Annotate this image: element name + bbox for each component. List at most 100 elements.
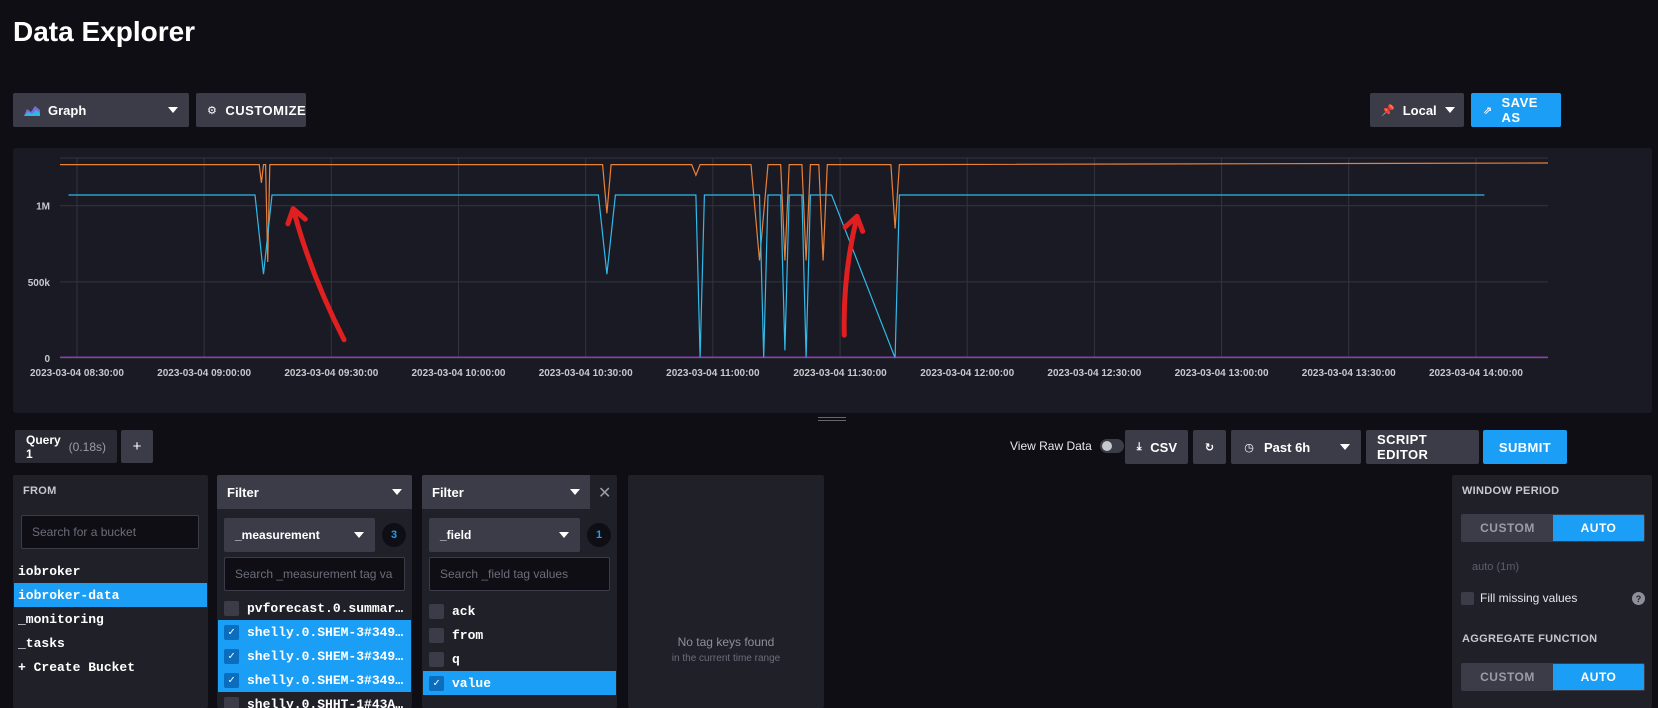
checkbox-checked[interactable]: ✓ <box>224 672 239 688</box>
pin-icon: 📌 <box>1381 104 1395 117</box>
help-icon[interactable]: ? <box>1632 592 1645 605</box>
query-tab-time: (0.18s) <box>68 439 106 454</box>
measurement-item[interactable]: shelly.0.SHHT-1#43A04A#1.tmp.temperature… <box>218 692 411 708</box>
checkbox[interactable] <box>224 696 239 708</box>
aggregate-custom-button[interactable]: CUSTOM <box>1462 664 1553 690</box>
x-tick-label: 2023-03-04 14:00:00 <box>1429 368 1523 379</box>
window-auto-button[interactable]: AUTO <box>1553 515 1644 541</box>
measurement-search-input[interactable]: Search _measurement tag va <box>224 557 405 591</box>
checkbox-checked[interactable]: ✓ <box>429 675 444 691</box>
graph-type-dropdown[interactable]: Graph <box>13 93 189 127</box>
graph-type-label: Graph <box>48 102 87 118</box>
save-as-label: SAVE AS <box>1501 95 1538 125</box>
aggregate-function-label: AGGREGATE FUNCTION <box>1462 633 1598 645</box>
measurement-key-label: _measurement <box>235 528 320 542</box>
save-as-button[interactable]: ⇗ SAVE AS <box>1471 93 1561 127</box>
toggle-knob <box>1102 441 1112 451</box>
field-label: value <box>452 675 492 691</box>
checkbox[interactable] <box>224 600 239 616</box>
filter-title: Filter <box>227 484 259 500</box>
chevron-down-icon <box>168 107 178 113</box>
filter-function-dropdown[interactable]: Filter <box>217 475 412 509</box>
refresh-button[interactable]: ↻ <box>1193 430 1226 464</box>
measurement-item[interactable]: ✓ shelly.0.SHEM-3#349454758A4B#1.Emeter2.… <box>218 668 411 692</box>
series-line-0 <box>60 162 1549 263</box>
window-auto-value: auto (1m) <box>1472 561 1520 573</box>
field-item[interactable]: from <box>423 623 616 647</box>
field-search-input[interactable]: Search _field tag values <box>429 557 610 591</box>
window-custom-button[interactable]: CUSTOM <box>1462 515 1553 541</box>
measurement-item[interactable]: pvforecast.0.summary.power.hoursToday <box>218 596 411 620</box>
checkbox[interactable] <box>429 627 444 643</box>
resize-handle[interactable] <box>818 417 846 421</box>
x-tick-label: 2023-03-04 08:30:00 <box>30 368 124 379</box>
chevron-down-icon <box>559 532 569 538</box>
view-raw-toggle[interactable] <box>1100 439 1124 453</box>
bucket-search-placeholder: Search for a bucket <box>32 525 137 539</box>
aggregate-auto-button[interactable]: AUTO <box>1553 664 1644 690</box>
time-range-label: Past 6h <box>1264 439 1311 455</box>
clock-icon: ◷ <box>1244 441 1254 454</box>
field-label: from <box>452 627 484 643</box>
y-tick-label: 1M <box>36 202 50 213</box>
timezone-dropdown[interactable]: 📌 Local <box>1370 93 1464 127</box>
selected-count-badge: 1 <box>587 523 611 547</box>
tab-query-1[interactable]: Query 1 (0.18s) <box>15 430 117 463</box>
field-item[interactable]: q <box>423 647 616 671</box>
fill-missing-row[interactable]: Fill missing values <box>1461 591 1577 605</box>
x-tick-label: 2023-03-04 10:30:00 <box>539 368 633 379</box>
customize-button[interactable]: ⚙ CUSTOMIZE <box>196 93 306 127</box>
empty-title: No tag keys found <box>677 635 775 649</box>
add-query-button[interactable]: + <box>121 430 153 463</box>
close-icon[interactable]: ✕ <box>598 483 611 503</box>
chevron-down-icon <box>570 489 580 495</box>
time-range-dropdown[interactable]: ◷ Past 6h <box>1231 430 1361 464</box>
page-title: Data Explorer <box>13 16 196 47</box>
measurement-label: pvforecast.0.summary.power.hoursToday <box>247 600 405 616</box>
bucket-item[interactable]: _monitoring <box>14 607 207 631</box>
checkbox-checked[interactable]: ✓ <box>224 624 239 640</box>
chevron-down-icon <box>1444 107 1455 113</box>
x-tick-label: 2023-03-04 12:00:00 <box>920 368 1014 379</box>
submit-button[interactable]: SUBMIT <box>1483 430 1567 464</box>
external-link-icon: ⇗ <box>1482 104 1493 117</box>
x-tick-label: 2023-03-04 09:30:00 <box>284 368 378 379</box>
bucket-item[interactable]: _tasks <box>14 631 207 655</box>
checkbox-checked[interactable]: ✓ <box>224 648 239 664</box>
y-tick-label: 500k <box>28 278 51 289</box>
measurement-item[interactable]: ✓ shelly.0.SHEM-3#349454758A4B#1.Emeter1.… <box>218 644 411 668</box>
x-tick-label: 2023-03-04 13:30:00 <box>1302 368 1396 379</box>
x-tick-label: 2023-03-04 09:00:00 <box>157 368 251 379</box>
bucket-item-selected[interactable]: iobroker-data <box>14 583 207 607</box>
field-key-dropdown[interactable]: _field <box>429 518 580 552</box>
filter-panel-field: Filter ✕ _field 1 Search _field tag valu… <box>422 475 617 708</box>
checkbox[interactable] <box>429 651 444 667</box>
measurement-label: shelly.0.SHHT-1#43A04A#1.tmp.temperature… <box>247 696 405 708</box>
gear-icon: ⚙ <box>207 104 218 117</box>
from-panel: FROM Search for a bucket iobroker iobrok… <box>13 475 208 708</box>
field-label: ack <box>452 603 476 619</box>
line-chart[interactable]: 2023-03-04 08:30:00 2023-03-04 09:00:00 20… <box>13 148 1652 413</box>
field-item[interactable]: ✓ value <box>423 671 616 695</box>
create-bucket-link[interactable]: + Create Bucket <box>14 655 207 679</box>
measurement-label: shelly.0.SHEM-3#349454758A4B#1.Emeter0.P… <box>247 624 405 640</box>
x-tick-label: 2023-03-04 11:00:00 <box>666 368 760 379</box>
measurement-key-dropdown[interactable]: _measurement <box>224 518 375 552</box>
measurement-label: shelly.0.SHEM-3#349454758A4B#1.Emeter2.P… <box>247 672 405 688</box>
checkbox[interactable] <box>429 603 444 619</box>
measurement-item[interactable]: ✓ shelly.0.SHEM-3#349454758A4B#1.Emeter0.… <box>218 620 411 644</box>
fill-missing-checkbox[interactable] <box>1461 591 1474 605</box>
filter-function-dropdown[interactable]: Filter <box>422 475 590 509</box>
graph-panel: 2023-03-04 08:30:00 2023-03-04 09:00:00 20… <box>13 148 1652 413</box>
script-editor-button[interactable]: SCRIPT EDITOR <box>1366 430 1479 464</box>
field-item[interactable]: ack <box>423 599 616 623</box>
bucket-search-input[interactable]: Search for a bucket <box>21 515 199 549</box>
measurement-list: pvforecast.0.summary.power.hoursToday ✓ sh… <box>218 596 411 708</box>
graph-icon <box>24 106 40 116</box>
csv-button[interactable]: ⤓ CSV <box>1125 430 1188 464</box>
customize-label: CUSTOMIZE <box>225 102 307 118</box>
annotation-arrow <box>841 213 860 338</box>
bucket-item[interactable]: iobroker <box>14 559 207 583</box>
x-tick-label: 2023-03-04 11:30:00 <box>793 368 887 379</box>
empty-tag-panel: No tag keys found in the current time ra… <box>628 475 824 708</box>
